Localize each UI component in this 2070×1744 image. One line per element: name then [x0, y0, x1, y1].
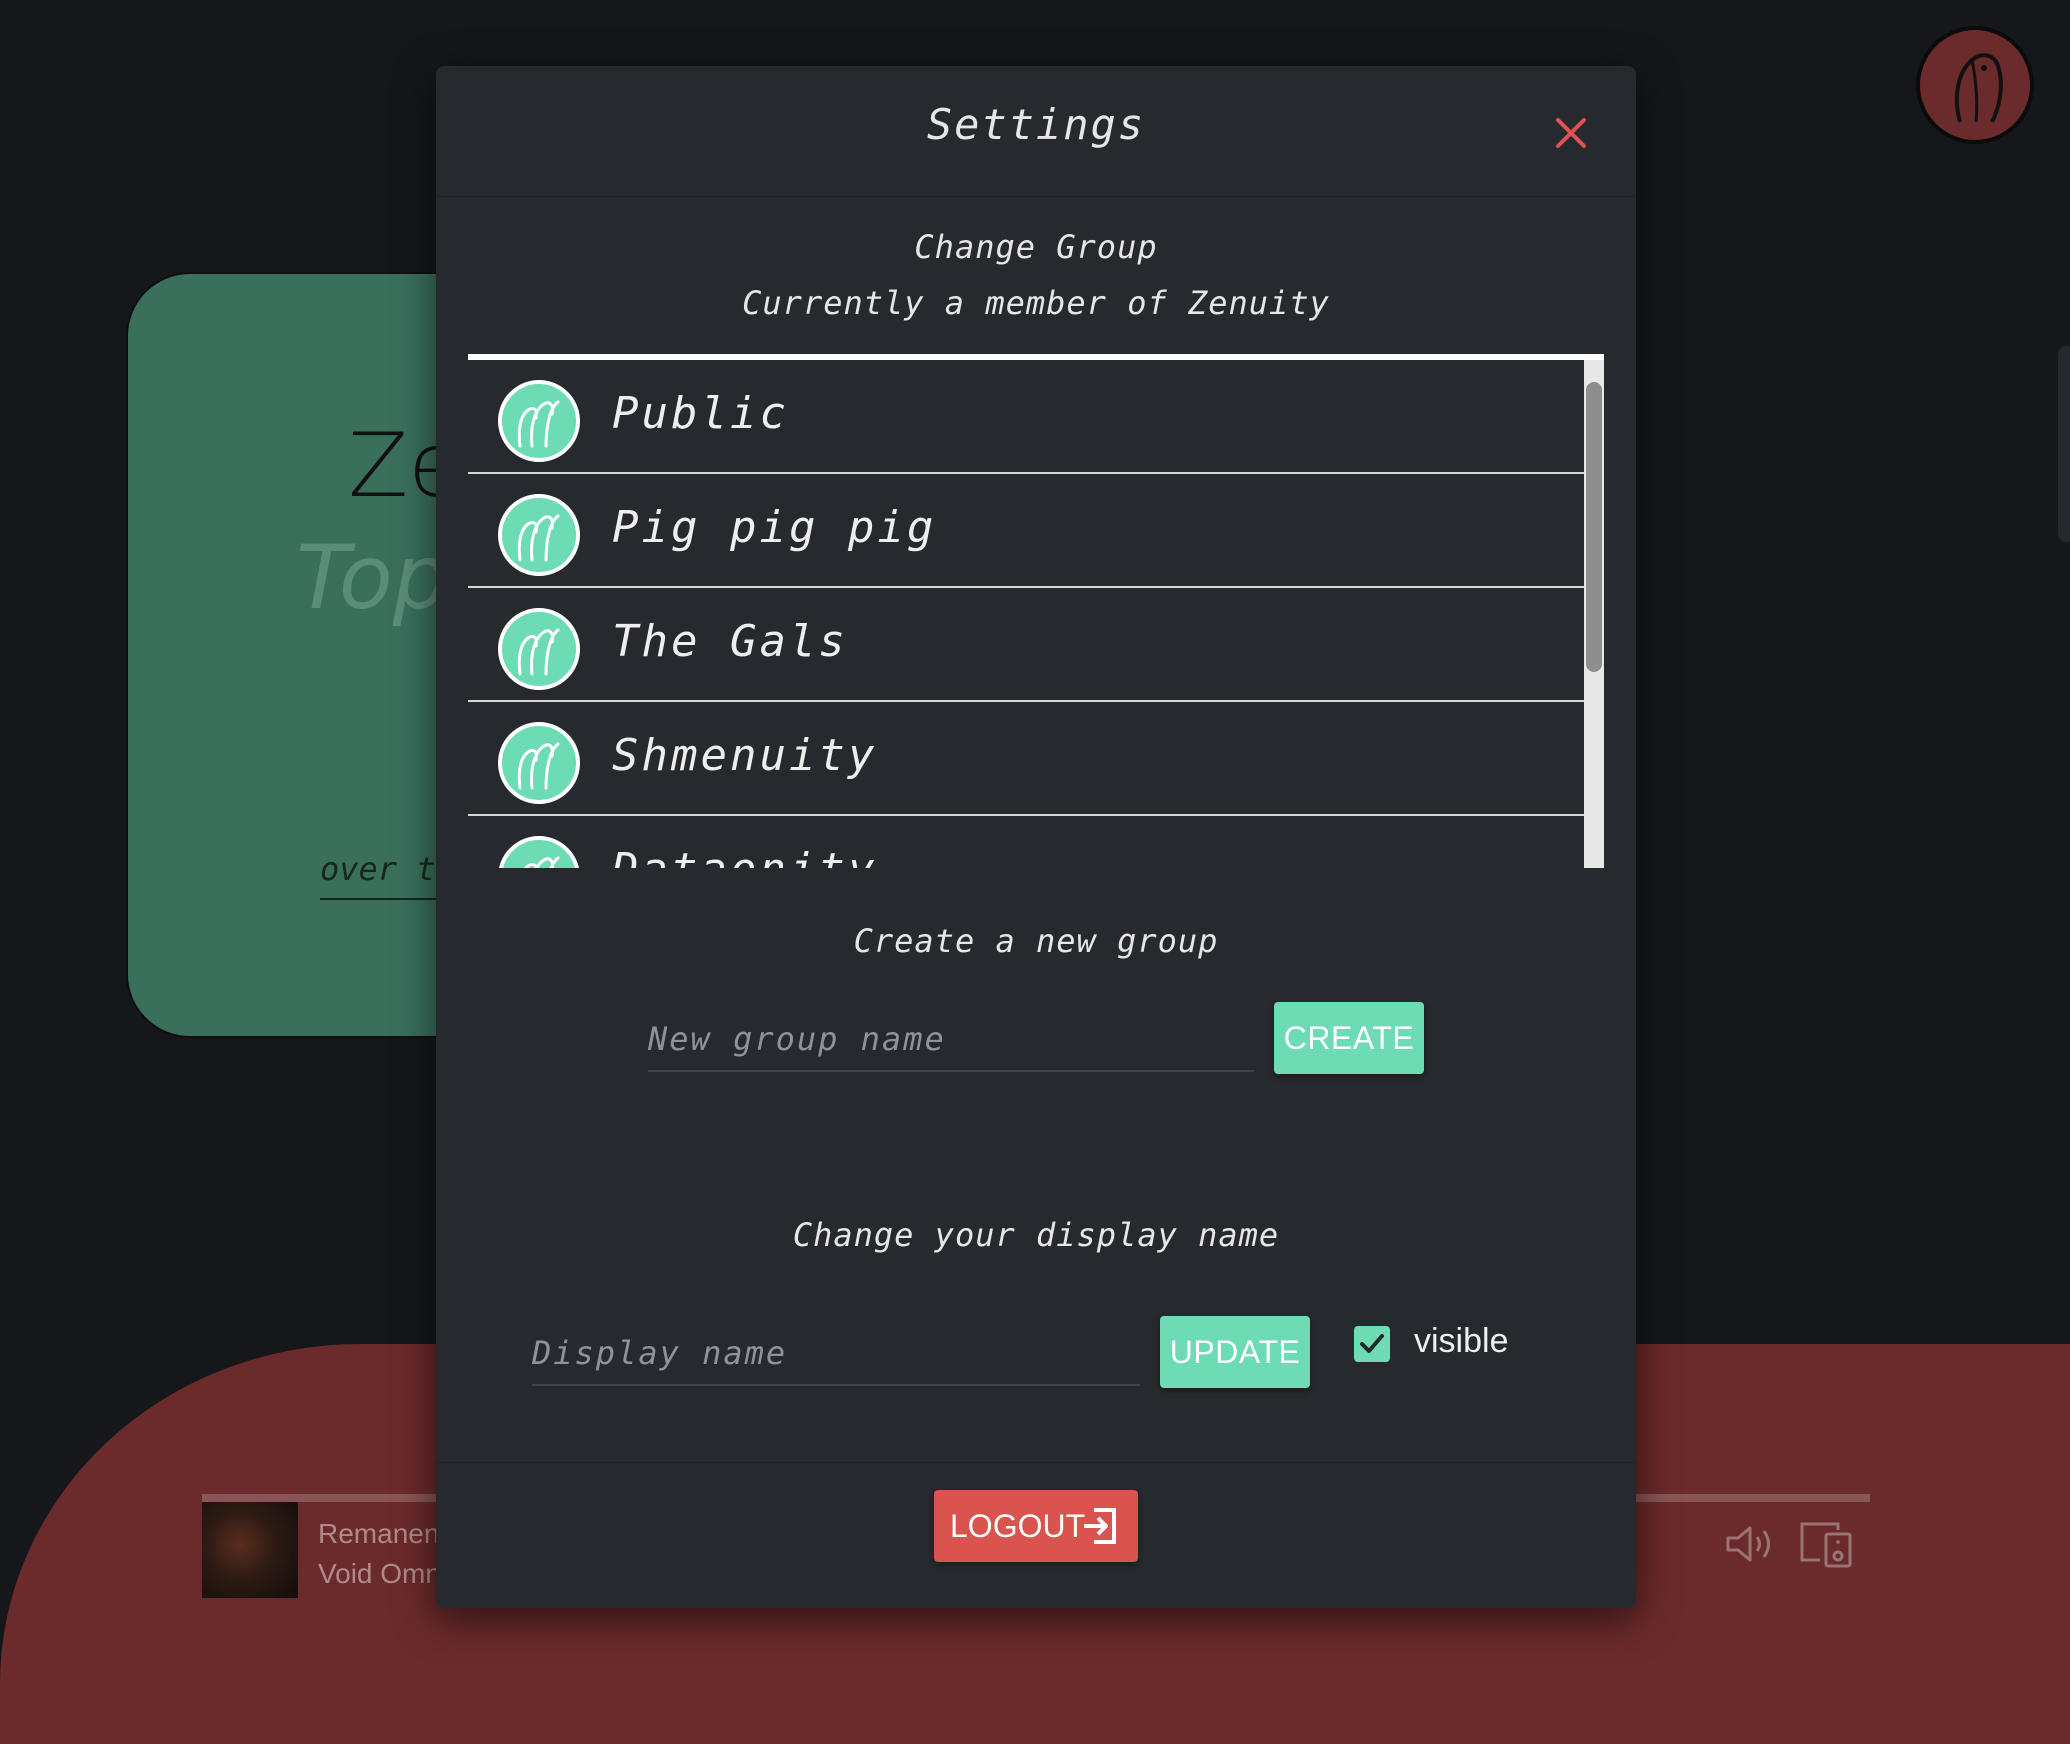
group-label: Dataonity — [612, 844, 877, 868]
checkmark-icon — [1360, 1334, 1384, 1353]
group-list[interactable]: Public Pig pig pig The Gals Shmenuity — [468, 354, 1604, 868]
current-group-text: Currently a member of Zenuity — [742, 284, 1330, 322]
modal-header: Settings — [436, 66, 1636, 197]
display-name-heading: Change your display name — [792, 1216, 1280, 1254]
user-avatar-button[interactable] — [1916, 26, 2034, 144]
group-birds-icon — [499, 836, 579, 868]
track-title: Remanen — [318, 1518, 440, 1549]
card-subtitle: Top — [296, 526, 449, 629]
group-birds-icon — [498, 494, 580, 576]
logout-label: LOGOUT — [950, 1508, 1086, 1544]
album-art — [202, 1502, 298, 1598]
group-birds-icon — [498, 608, 580, 690]
side-drawer-handle[interactable] — [2058, 346, 2070, 542]
scrollbar-thumb[interactable] — [1586, 382, 1602, 672]
group-item-public[interactable]: Public — [468, 360, 1584, 474]
logout-icon — [1084, 1508, 1116, 1544]
group-item-the-gals[interactable]: The Gals — [468, 588, 1584, 702]
change-group-heading: Change Group — [914, 228, 1158, 266]
new-group-name-input[interactable] — [648, 1020, 1254, 1072]
group-item-shmenuity[interactable]: Shmenuity — [468, 702, 1584, 816]
create-group-button[interactable]: CREATE — [1274, 1002, 1424, 1074]
group-list-scrollbar[interactable] — [1584, 360, 1604, 868]
group-label: The Gals — [612, 616, 848, 667]
group-item-partial[interactable]: Dataonity — [468, 816, 1584, 868]
visible-checkbox[interactable] — [1354, 1326, 1390, 1362]
close-button[interactable] — [1550, 112, 1592, 154]
display-name-input[interactable] — [532, 1334, 1140, 1386]
connect-device-icon[interactable] — [1796, 1520, 1854, 1568]
group-label: Shmenuity — [612, 730, 878, 781]
bird-logo-icon — [1954, 53, 2003, 123]
group-label: Pig pig pig — [612, 502, 937, 553]
group-item-pig-pig-pig[interactable]: Pig pig pig — [468, 474, 1584, 588]
modal-title: Settings — [926, 100, 1146, 149]
logout-button[interactable]: LOGOUT — [934, 1490, 1138, 1562]
modal-footer-divider — [436, 1462, 1636, 1463]
group-label: Public — [612, 388, 789, 439]
settings-modal: Settings Change Group Currently a member… — [436, 66, 1636, 1608]
update-name-button[interactable]: UPDATE — [1160, 1316, 1310, 1388]
volume-icon[interactable] — [1724, 1522, 1776, 1566]
card-footer-text: over t — [320, 850, 436, 900]
group-birds-icon — [498, 380, 580, 462]
track-artist: Void Omn — [318, 1558, 441, 1589]
create-group-heading: Create a new group — [853, 922, 1219, 960]
group-birds-icon — [498, 722, 580, 804]
close-icon — [1556, 118, 1586, 148]
visible-label: visible — [1414, 1322, 1509, 1360]
